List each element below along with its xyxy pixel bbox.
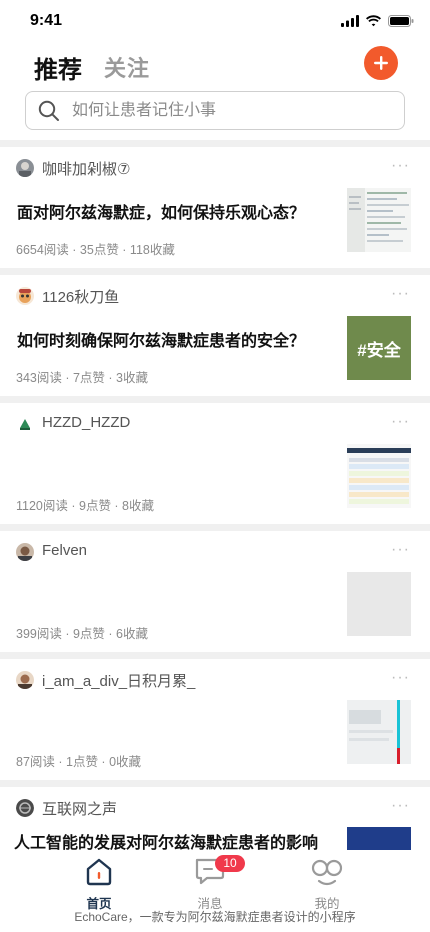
profile-icon: [311, 859, 343, 886]
nav-home[interactable]: 首页: [64, 856, 134, 912]
plus-icon: [374, 56, 388, 70]
divider: [0, 524, 430, 531]
author-name[interactable]: HZZD_HZZD: [42, 414, 130, 431]
more-options-icon[interactable]: ···: [391, 797, 410, 815]
feed-card[interactable]: Felven ··· 399阅读 · 9点赞 · 6收藏: [0, 531, 430, 652]
nav-me[interactable]: 我的: [292, 856, 362, 912]
wifi-icon: [366, 15, 381, 27]
battery-icon: [388, 15, 414, 27]
author-name[interactable]: 1126秋刀鱼: [42, 286, 119, 307]
divider: [0, 780, 430, 787]
feed-card[interactable]: 1126秋刀鱼 ··· 如何时刻确保阿尔兹海默症患者的安全？ 343阅读 · 7…: [0, 275, 430, 396]
more-options-icon[interactable]: ···: [391, 285, 410, 303]
footer-text: EchoCare，一款专为阿尔兹海默症患者设计的小程序: [74, 910, 356, 924]
post-stats: 399阅读 · 9点赞 · 6收藏: [16, 627, 148, 641]
author-name[interactable]: i_am_a_div_日积月累_: [42, 670, 195, 691]
author-name[interactable]: 咖啡加剁椒⑦: [42, 158, 130, 179]
divider: [0, 268, 430, 275]
status-time: 9:41: [30, 12, 63, 29]
post-stats: 343阅读 · 7点赞 · 3收藏: [16, 371, 148, 385]
signal-icon: [341, 15, 359, 27]
post-thumbnail[interactable]: [347, 188, 411, 252]
post-thumbnail[interactable]: [347, 827, 411, 851]
feed-card[interactable]: 咖啡加剁椒⑦ ··· 面对阿尔兹海默症，如何保持乐观心态？ 6654阅读 · 3…: [0, 147, 430, 268]
more-options-icon[interactable]: ···: [391, 541, 410, 559]
avatar[interactable]: [16, 159, 34, 177]
divider: [0, 140, 430, 147]
avatar[interactable]: [16, 543, 34, 561]
post-thumbnail[interactable]: [347, 700, 411, 764]
feed-card[interactable]: HZZD_HZZD ··· 1120阅读 · 9点赞 · 8收藏: [0, 403, 430, 524]
post-thumbnail[interactable]: [347, 572, 411, 636]
avatar[interactable]: [16, 799, 34, 817]
tab-follow[interactable]: 关注: [104, 51, 150, 83]
more-options-icon[interactable]: ···: [391, 157, 410, 175]
status-bar: 9:41: [0, 0, 430, 44]
search-input[interactable]: [72, 92, 392, 129]
header: 推荐 关注: [0, 44, 430, 90]
author-name[interactable]: Felven: [42, 542, 87, 559]
search-bar[interactable]: [25, 91, 405, 130]
thumbnail-text: #安全: [357, 340, 401, 360]
more-options-icon[interactable]: ···: [391, 413, 410, 431]
post-title[interactable]: 面对阿尔兹海默症，如何保持乐观心态？: [17, 199, 337, 223]
feed-list: 咖啡加剁椒⑦ ··· 面对阿尔兹海默症，如何保持乐观心态？ 6654阅读 · 3…: [0, 140, 430, 908]
divider: [0, 652, 430, 659]
status-icons: [341, 15, 414, 27]
feed-card[interactable]: i_am_a_div_日积月累_ ··· 87阅读 · 1点赞 · 0收藏: [0, 659, 430, 780]
add-post-button[interactable]: [364, 46, 398, 80]
home-icon: [86, 858, 112, 886]
post-thumbnail[interactable]: [347, 444, 411, 508]
avatar[interactable]: [16, 671, 34, 689]
post-stats: 1120阅读 · 9点赞 · 8收藏: [16, 499, 155, 513]
message-badge: 10: [215, 855, 245, 872]
post-title[interactable]: 如何时刻确保阿尔兹海默症患者的安全？: [17, 327, 337, 351]
author-name[interactable]: 互联网之声: [42, 798, 117, 819]
search-icon: [38, 100, 59, 121]
more-options-icon[interactable]: ···: [391, 669, 410, 687]
post-stats: 6654阅读 · 35点赞 · 118收藏: [16, 243, 175, 257]
avatar[interactable]: [16, 287, 34, 305]
avatar[interactable]: [16, 415, 34, 433]
nav-messages[interactable]: 10 消息: [175, 855, 245, 912]
divider: [0, 396, 430, 403]
post-thumbnail[interactable]: #安全: [347, 316, 411, 380]
tab-recommend[interactable]: 推荐: [34, 50, 82, 85]
post-stats: 87阅读 · 1点赞 · 0收藏: [16, 755, 142, 769]
